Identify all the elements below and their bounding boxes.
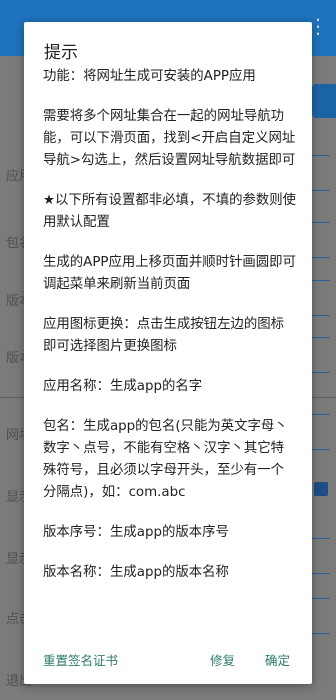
tips-dialog: 提示 功能：将网址生成可安装的APP应用 需要将多个网址集合在一起的网址导航功能… [24, 22, 312, 684]
dialog-title: 提示 [44, 43, 78, 63]
text-input[interactable] [309, 222, 330, 258]
dialog-paragraph: 需要将多个网址集合在一起的网址导航功能，可以下滑页面，找到<开启自定义网址导航>… [43, 109, 296, 168]
dialog-footer: 重置签名证书 修复 确定 [24, 634, 312, 684]
dialog-paragraph: 应用名称：生成app的名字 [43, 379, 203, 394]
dialog-paragraph: 应用图标更换：点击生成按钮左边的图标即可选择图片更换图标 [43, 317, 285, 354]
text-input[interactable] [309, 337, 330, 373]
dialog-message: 功能：将网址生成可安装的APP应用 需要将多个网址集合在一起的网址导航功能，可以… [43, 66, 297, 602]
text-input[interactable] [309, 155, 330, 191]
dialog-paragraph: 版本序号：生成app的版本序号 [43, 525, 229, 540]
dialog-paragraph: 包名：生成app的包名(只能为英文字母丶数字丶点号，不能有空格丶汉字丶其它特殊符… [43, 419, 288, 500]
text-input[interactable] [309, 598, 330, 634]
generate-button[interactable] [312, 84, 336, 118]
dialog-paragraph: 生成的APP应用上移页面并顺时针画圆即可调起菜单来刷新当前页面 [43, 255, 296, 292]
dialog-paragraph: ★以下所有设置都非必填，不填的参数则使用默认配置 [43, 193, 297, 230]
repair-button[interactable]: 修复 [210, 650, 235, 669]
text-input[interactable] [309, 538, 330, 574]
text-input[interactable] [309, 414, 330, 450]
dialog-paragraph: 版本名称：生成app的版本名称 [43, 565, 229, 580]
confirm-button[interactable]: 确定 [265, 650, 290, 669]
reset-signature-button[interactable]: 重置签名证书 [43, 650, 118, 669]
dialog-paragraph: 功能：将网址生成可安装的APP应用 [43, 69, 256, 84]
text-input[interactable] [309, 280, 330, 316]
trash-icon[interactable] [314, 482, 328, 496]
